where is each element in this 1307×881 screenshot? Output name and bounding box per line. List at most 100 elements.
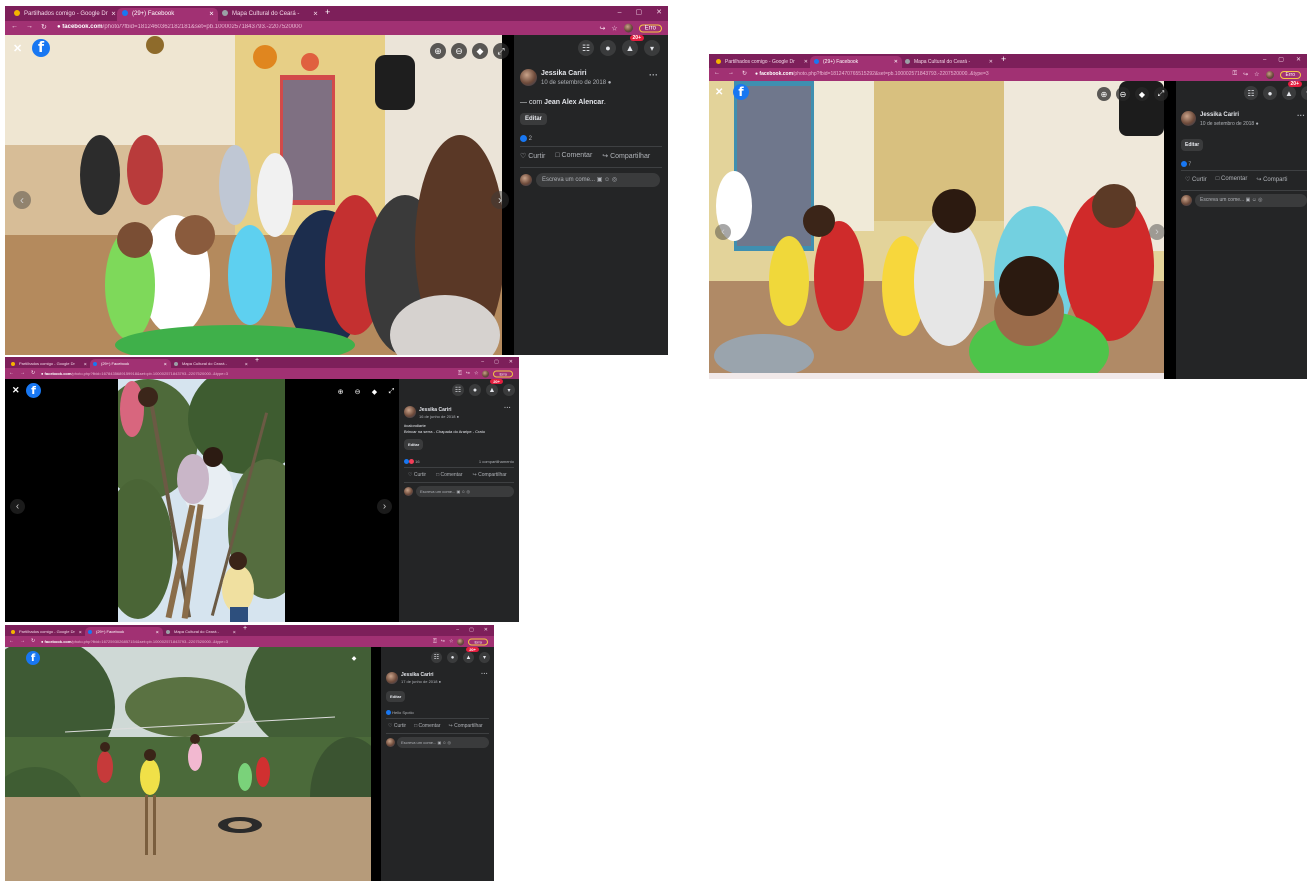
close-tab-icon[interactable]: ✕: [989, 56, 993, 68]
tab-mapa-cultural[interactable]: Mapa Cultural do Ceará - ✕: [171, 359, 252, 368]
zoom-out-icon[interactable]: ⊖: [1116, 87, 1130, 101]
minimize-button[interactable]: –: [1263, 54, 1266, 67]
close-tab-icon[interactable]: ✕: [164, 359, 167, 368]
forward-icon[interactable]: →: [20, 638, 25, 644]
tab-mapa-cultural[interactable]: Mapa Cultural do Ceará - ✕: [901, 56, 997, 68]
author-avatar[interactable]: [386, 672, 398, 684]
comment-button[interactable]: □ Comentar: [555, 152, 592, 160]
messenger-icon[interactable]: ●: [600, 40, 616, 56]
back-icon[interactable]: ←: [9, 370, 14, 376]
back-icon[interactable]: ←: [11, 23, 18, 31]
zoom-out-icon[interactable]: ⊖: [352, 386, 363, 397]
close-tab-icon[interactable]: ✕: [156, 627, 159, 636]
post-date[interactable]: 16 de junho de 2018 ●: [419, 414, 459, 419]
menu-grid-icon[interactable]: ☷: [578, 40, 594, 56]
menu-grid-icon[interactable]: ☷: [452, 384, 464, 396]
profile-error-pill[interactable]: Erro: [638, 24, 662, 32]
star-icon[interactable]: ☆: [1254, 71, 1259, 78]
comment-button[interactable]: □ Comentar: [414, 723, 440, 729]
reactions-row[interactable]: 7: [1181, 161, 1191, 167]
next-photo-button[interactable]: ›: [1149, 224, 1165, 240]
comment-input[interactable]: Escreva um come... ▣ ☺ ◎: [536, 173, 660, 187]
minimize-button[interactable]: –: [456, 625, 459, 635]
close-tab-icon[interactable]: ✕: [245, 359, 248, 368]
author-name[interactable]: Jessika Cariri: [401, 672, 434, 678]
star-icon[interactable]: ☆: [611, 24, 617, 32]
share-button[interactable]: ↪ Comparti: [1256, 176, 1287, 183]
menu-grid-icon[interactable]: ☷: [1244, 86, 1258, 100]
star-icon[interactable]: ☆: [474, 371, 478, 377]
facebook-logo-icon[interactable]: f: [733, 84, 749, 100]
facebook-logo-icon[interactable]: f: [32, 39, 50, 57]
close-window-button[interactable]: ✕: [656, 6, 662, 20]
profile-avatar[interactable]: [623, 23, 633, 33]
fullscreen-icon[interactable]: ⤢: [493, 43, 509, 59]
edit-button[interactable]: Editar: [404, 439, 424, 450]
share-icon[interactable]: ↪: [466, 371, 470, 377]
edit-button[interactable]: Editar: [386, 691, 406, 702]
tab-mapa-cultural[interactable]: Mapa Cultural do Ceará - ✕: [217, 8, 322, 21]
zoom-in-icon[interactable]: ⊕: [1097, 87, 1111, 101]
close-window-button[interactable]: ✕: [484, 625, 488, 635]
menu-grid-icon[interactable]: ☷: [431, 652, 442, 663]
url-field[interactable]: ● facebook.com/photo/?fbid=1812460362182…: [57, 24, 477, 30]
account-menu-icon[interactable]: ▾: [644, 40, 660, 56]
close-window-button[interactable]: ✕: [1296, 54, 1301, 67]
previous-photo-button[interactable]: ‹: [10, 499, 25, 514]
close-viewer-button[interactable]: ✕: [715, 87, 723, 98]
url-field[interactable]: ● facebook.com/photo.php?fbid=1678435689…: [41, 371, 381, 376]
tab-google-drive[interactable]: Partilhados comigo - Google Dr ✕: [8, 627, 86, 636]
tab-mapa-cultural[interactable]: Mapa Cultural do Ceará - ✕: [163, 627, 240, 636]
url-field[interactable]: ● facebook.com/photo.php?fbid=1812470765…: [755, 71, 1155, 77]
author-name[interactable]: Jessika Cariri: [419, 407, 452, 413]
close-tab-icon[interactable]: ✕: [313, 8, 318, 21]
facebook-logo-icon[interactable]: f: [26, 383, 41, 398]
tag-icon[interactable]: ◆: [472, 43, 488, 59]
close-tab-icon[interactable]: ✕: [84, 359, 87, 368]
profile-avatar[interactable]: [457, 638, 465, 645]
maximize-button[interactable]: ▢: [494, 357, 499, 367]
reactions-row[interactable]: 2: [520, 135, 532, 142]
new-tab-button[interactable]: +: [1001, 54, 1006, 64]
close-tab-icon[interactable]: ✕: [233, 627, 236, 636]
tag-icon[interactable]: ◆: [349, 653, 359, 663]
tab-google-drive[interactable]: Partilhados comigo - Google Dr ✕: [9, 8, 120, 21]
key-icon[interactable]: ⚿: [1233, 71, 1238, 78]
previous-photo-button[interactable]: ‹: [13, 191, 31, 209]
profile-avatar[interactable]: [482, 370, 490, 377]
previous-photo-button[interactable]: ‹: [715, 224, 731, 240]
tab-facebook[interactable]: (29+) Facebook ✕: [117, 8, 218, 21]
reactions-row[interactable]: 16: [404, 459, 420, 465]
tag-icon[interactable]: ◆: [1135, 87, 1149, 101]
share-icon[interactable]: ↪: [600, 24, 606, 32]
maximize-button[interactable]: ▢: [1278, 54, 1284, 67]
more-options-icon[interactable]: ···: [649, 70, 658, 80]
messenger-icon[interactable]: ●: [1263, 86, 1277, 100]
account-menu-icon[interactable]: ▾: [1301, 86, 1307, 100]
close-tab-icon[interactable]: ✕: [209, 8, 214, 21]
back-icon[interactable]: ←: [9, 638, 14, 644]
like-button[interactable]: ♡ Curtir: [408, 472, 426, 478]
zoom-in-icon[interactable]: ⊕: [335, 386, 346, 397]
reload-icon[interactable]: ↻: [31, 638, 35, 644]
close-viewer-button[interactable]: ✕: [13, 42, 22, 55]
author-avatar[interactable]: [520, 69, 537, 86]
author-avatar[interactable]: [404, 406, 416, 418]
share-icon[interactable]: ↪: [1243, 71, 1248, 78]
like-button[interactable]: ♡ Curtir: [520, 152, 545, 160]
reload-icon[interactable]: ↻: [742, 70, 747, 77]
key-icon[interactable]: ⚿: [458, 371, 462, 377]
close-tab-icon[interactable]: ✕: [79, 627, 82, 636]
tab-facebook[interactable]: (29+) Facebook ✕: [90, 359, 171, 368]
comment-input[interactable]: Escreva um come... ▣ ☺ ◎: [416, 486, 514, 497]
back-icon[interactable]: ←: [714, 70, 720, 77]
like-button[interactable]: ♡ Curtir: [1185, 176, 1207, 183]
comment-input[interactable]: Escreva um come... ▣ ☺ ◎: [397, 737, 489, 748]
notifications-bell-icon[interactable]: ▲ 20+: [463, 647, 479, 663]
close-tab-icon[interactable]: ✕: [894, 56, 898, 68]
more-options-icon[interactable]: ···: [481, 671, 488, 678]
comment-button[interactable]: □ Comentar: [436, 472, 462, 478]
share-button[interactable]: ↪ Compartilhar: [472, 472, 506, 478]
share-count[interactable]: 1 compartilhamento: [479, 459, 514, 464]
tab-facebook[interactable]: (29+) Facebook ✕: [85, 627, 163, 636]
